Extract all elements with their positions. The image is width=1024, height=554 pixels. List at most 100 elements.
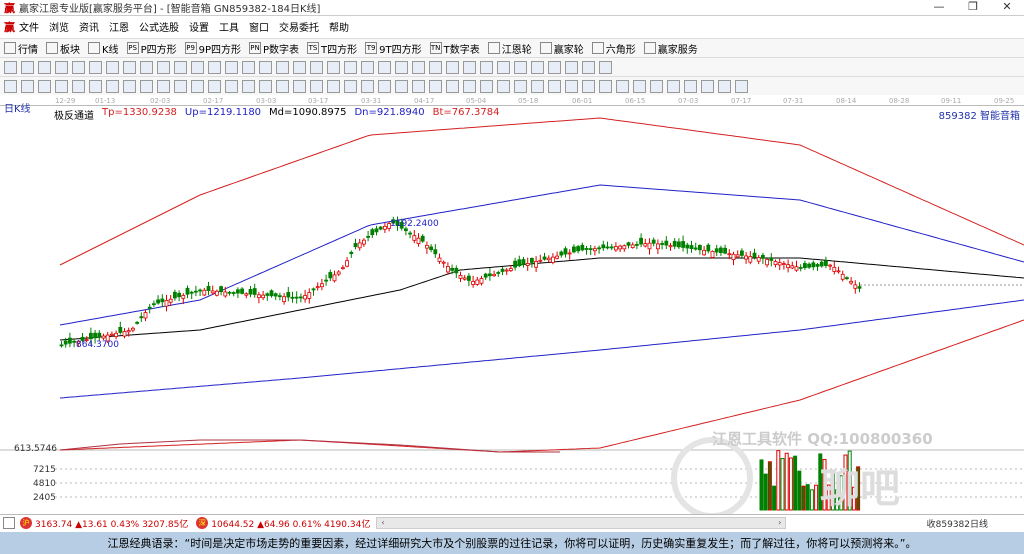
- candle-body: [424, 244, 429, 249]
- candle-body: [244, 293, 249, 296]
- candle-body: [130, 327, 135, 331]
- candle-body: [798, 267, 803, 269]
- candle-body: [366, 235, 371, 238]
- candle-body: [626, 242, 631, 246]
- candle-body: [256, 294, 261, 299]
- candle-body: [492, 273, 497, 277]
- volume-tick: 7215: [33, 465, 56, 475]
- calculator-icon[interactable]: [3, 517, 15, 529]
- high-price-label: 1192.2400: [390, 219, 439, 229]
- candle-body: [668, 245, 673, 248]
- candle-body: [315, 286, 320, 289]
- candle-body: [231, 292, 236, 294]
- candle-body: [235, 289, 240, 294]
- candle-body: [63, 340, 68, 345]
- sz-badge-icon: 深: [196, 517, 209, 529]
- volume-bar: [759, 459, 764, 511]
- candle-body: [786, 264, 790, 269]
- candle-body: [677, 241, 681, 248]
- candle-body: [807, 263, 811, 268]
- candle-body: [735, 254, 740, 258]
- scroll-right-icon[interactable]: ›: [778, 518, 781, 528]
- candle-body: [198, 289, 203, 292]
- sh-index[interactable]: 3163.74 ▲13.61 0.43% 3207.85亿: [35, 517, 188, 530]
- candle-body: [126, 330, 131, 333]
- candle-body: [824, 260, 828, 266]
- volume-bar: [763, 473, 768, 511]
- candle-body: [630, 244, 635, 248]
- candle-body: [765, 258, 769, 266]
- candle-body: [769, 257, 774, 261]
- candle-body: [412, 235, 417, 241]
- low-price-label: 864.3700: [76, 340, 119, 350]
- candle-body: [618, 245, 622, 250]
- candle-body: [605, 246, 610, 249]
- candle-body: [723, 247, 727, 254]
- candle-body: [441, 261, 446, 264]
- candle-body: [416, 237, 421, 244]
- candle-body: [475, 279, 480, 285]
- sz-index[interactable]: 10644.52 ▲64.96 0.61% 4190.34亿: [211, 517, 370, 530]
- candle-body: [118, 326, 123, 333]
- volume-tick: 4810: [33, 479, 56, 489]
- candle-body: [160, 298, 165, 303]
- candle-body: [706, 244, 711, 252]
- candle-body: [504, 269, 509, 272]
- candle-body: [110, 333, 114, 336]
- candle-body: [156, 299, 161, 304]
- candle-body: [773, 261, 778, 266]
- candle-body: [664, 240, 669, 246]
- candle-body: [740, 250, 744, 256]
- status-bar: 沪 3163.74 ▲13.61 0.43% 3207.85亿 深 10644.…: [0, 514, 1024, 531]
- horizontal-scrollbar[interactable]: ‹ ›: [376, 517, 787, 529]
- candle-body: [357, 242, 362, 249]
- candle-body: [530, 258, 534, 263]
- candle-body: [458, 274, 463, 279]
- candle-body: [219, 286, 224, 293]
- candle-body: [298, 296, 303, 299]
- watermark-logo: [671, 437, 753, 514]
- candle-body: [601, 244, 606, 249]
- candle-body: [332, 274, 337, 282]
- candle-body: [681, 241, 685, 248]
- candle-body: [378, 226, 383, 230]
- candle-body: [756, 257, 761, 262]
- status-right-text: 收859382日线: [926, 519, 988, 530]
- candle-body: [214, 290, 219, 296]
- candle-body: [206, 286, 211, 291]
- volume-bar: [784, 452, 789, 511]
- candle-body: [702, 249, 706, 256]
- candle-body: [857, 286, 862, 289]
- candle-body: [643, 243, 648, 247]
- candle-body: [437, 257, 442, 262]
- candle-body: [609, 246, 614, 249]
- volume-bar: [772, 485, 777, 511]
- candle-body: [122, 331, 127, 337]
- candle-body: [290, 296, 295, 299]
- candle-body: [114, 332, 118, 337]
- candle-body: [177, 292, 182, 298]
- volume-bar: [776, 450, 781, 511]
- candle-body: [135, 322, 140, 324]
- candle-body: [689, 245, 694, 249]
- candle-body: [68, 337, 72, 344]
- volume-bar: [788, 457, 793, 511]
- candle-body: [307, 292, 312, 299]
- candle-body: [240, 288, 245, 294]
- candle-body: [727, 253, 732, 256]
- candle-body: [420, 235, 425, 242]
- candle-body: [593, 248, 597, 252]
- candle-body: [672, 240, 677, 247]
- candle-body: [719, 247, 723, 253]
- scroll-left-icon[interactable]: ‹: [381, 518, 384, 528]
- candle-body: [777, 262, 782, 266]
- candle-body: [567, 252, 572, 255]
- candle-body: [744, 255, 748, 260]
- candle-body: [849, 280, 853, 284]
- candle-body: [97, 332, 102, 338]
- candle-body: [471, 281, 476, 285]
- candle-body: [752, 252, 757, 258]
- candle-body: [269, 290, 274, 297]
- candle-body: [563, 248, 568, 255]
- volume-bar: [797, 470, 802, 511]
